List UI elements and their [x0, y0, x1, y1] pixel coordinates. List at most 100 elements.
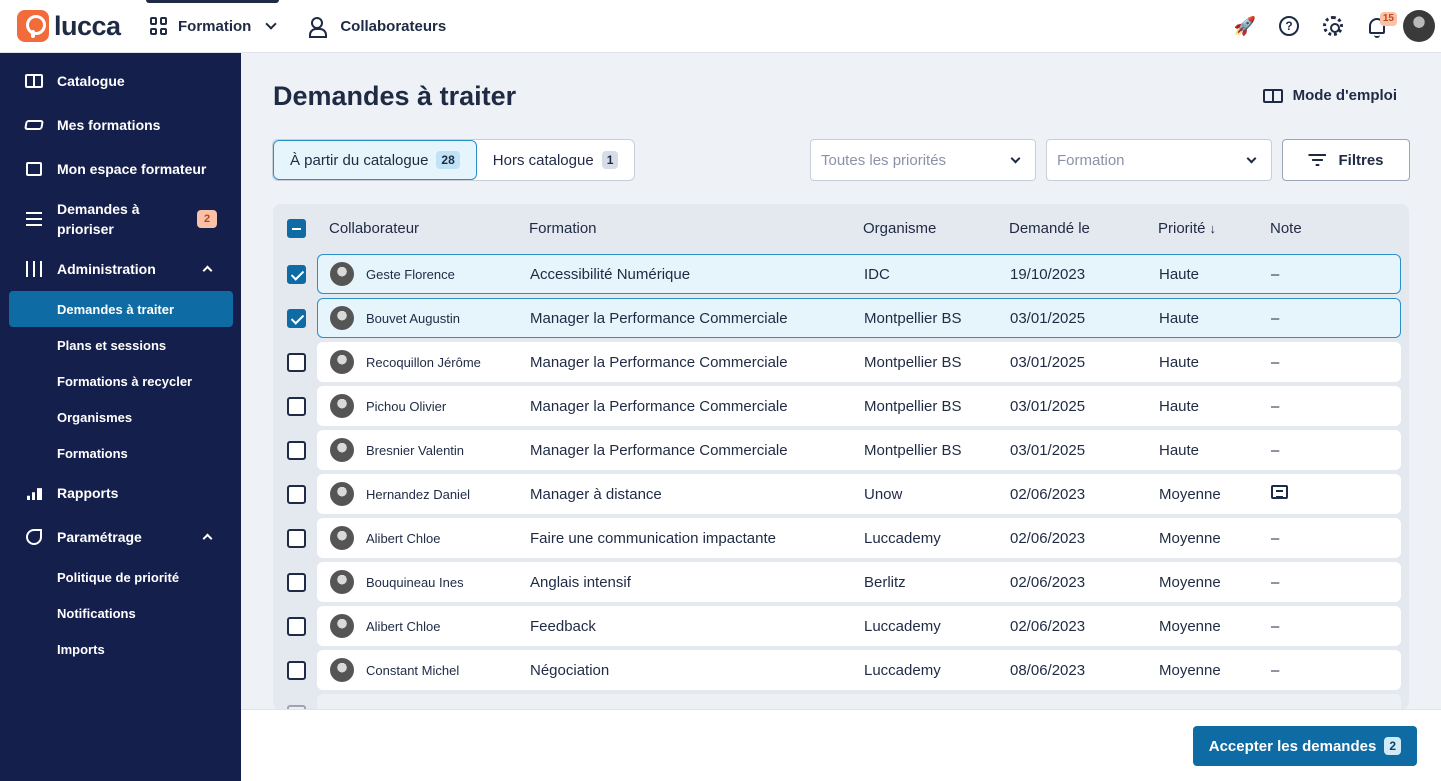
- table-row[interactable]: Hernandez Daniel Manager à distance Unow 02…: [273, 472, 1409, 516]
- people-icon: [309, 17, 331, 38]
- chevron-down-icon: [1246, 153, 1257, 163]
- help-icon: ?: [1279, 16, 1299, 36]
- header-organisme[interactable]: Organisme: [863, 220, 1009, 237]
- row-checkbox[interactable]: [286, 396, 306, 416]
- logo-text: lucca: [54, 10, 121, 41]
- comment-icon[interactable]: [1271, 485, 1288, 499]
- sidebar-item-espace-formateur[interactable]: Mon espace formateur: [0, 147, 241, 191]
- cell-formation: Manager la Performance Commerciale: [530, 353, 788, 371]
- select-all-checkbox[interactable]: [286, 218, 306, 238]
- table-row[interactable]: Geste Florence Accessibilité Numérique IDC…: [273, 252, 1409, 296]
- sidebar-subitem-imports[interactable]: Imports: [0, 631, 241, 667]
- tab-hors-catalogue[interactable]: Hors catalogue 1: [477, 140, 635, 180]
- app-name: Formation: [178, 17, 252, 35]
- lucca-logo[interactable]: lucca: [17, 10, 142, 42]
- settings-button[interactable]: [1311, 4, 1355, 48]
- row-checkbox[interactable]: [286, 264, 306, 284]
- sidebar-subitem-formations-recycler[interactable]: Formations à recycler: [0, 363, 241, 399]
- cell-collaborateur: Hernandez Daniel: [366, 486, 471, 502]
- cell-organisme: Montpellier BS: [864, 353, 962, 371]
- cell-organisme: Berlitz: [864, 573, 906, 591]
- notification-count-badge: 15: [1379, 12, 1397, 26]
- tab-count-badge: 28: [436, 151, 460, 169]
- sidebar-subitem-politique-priorite[interactable]: Politique de priorité: [0, 559, 241, 595]
- tab-label: Hors catalogue: [492, 151, 594, 169]
- header-priorite[interactable]: Priorité ↓: [1158, 220, 1270, 237]
- cell-collaborateur: Alibert Chloe: [366, 618, 441, 634]
- cell-note: –: [1271, 661, 1280, 679]
- cell-formation: Manager la Performance Commerciale: [530, 441, 788, 459]
- header-formation[interactable]: Formation: [529, 220, 863, 237]
- sidebar-subitem-formations[interactable]: Formations: [0, 435, 241, 471]
- row-checkbox[interactable]: [286, 616, 306, 636]
- row-checkbox[interactable]: [286, 352, 306, 372]
- cell-formation: Manager à distance: [530, 485, 662, 503]
- avatar: [330, 614, 354, 638]
- sidebar-item-administration[interactable]: Administration: [0, 247, 241, 291]
- sidebar-item-rapports[interactable]: Rapports: [0, 471, 241, 515]
- mode-emploi-link[interactable]: Mode d'emploi: [1262, 87, 1397, 104]
- sidebar-item-parametrage[interactable]: Paramétrage: [0, 515, 241, 559]
- row-checkbox[interactable]: [286, 528, 306, 548]
- sort-down-icon: ↓: [1209, 220, 1217, 236]
- page-title: Demandes à traiter: [273, 81, 517, 111]
- sidebar-subitem-organismes[interactable]: Organismes: [0, 399, 241, 435]
- table-row[interactable]: Recoquillon Jérôme Manager la Performance…: [273, 340, 1409, 384]
- sidebar-subitem-demandes-traiter[interactable]: Demandes à traiter: [9, 291, 233, 327]
- cell-priorite: Moyenne: [1159, 485, 1221, 503]
- notifications-button[interactable]: 15: [1355, 4, 1399, 48]
- row-checkbox[interactable]: [286, 308, 306, 328]
- accept-requests-button[interactable]: Accepter les demandes 2: [1192, 726, 1417, 766]
- rocket-icon: 🚀: [1233, 15, 1257, 36]
- cell-collaborateur: Constant Michel: [366, 662, 460, 678]
- table-row[interactable]: Pichou Olivier Manager la Performance Com…: [273, 384, 1409, 428]
- row-checkbox[interactable]: [286, 440, 306, 460]
- avatar: [330, 438, 354, 462]
- cell-date: 02/06/2023: [1010, 485, 1086, 503]
- sidebar-item-demandes-prioriser[interactable]: Demandes à prioriser 2: [0, 191, 241, 247]
- sidebar-item-catalogue[interactable]: Catalogue: [0, 59, 241, 103]
- formation-select[interactable]: Formation: [1046, 139, 1272, 181]
- table-row[interactable]: Bouvet Augustin Manager la Performance Co…: [273, 296, 1409, 340]
- rocket-button[interactable]: 🚀: [1223, 4, 1267, 48]
- cell-organisme: Montpellier BS: [864, 397, 962, 415]
- chevron-down-icon: [1010, 153, 1021, 163]
- sidebar-subitem-plans-sessions[interactable]: Plans et sessions: [0, 327, 241, 363]
- chevron-up-icon: [202, 265, 213, 276]
- book-icon: [25, 74, 43, 88]
- filters-button[interactable]: Filtres: [1282, 139, 1410, 181]
- cell-priorite: Moyenne: [1159, 529, 1221, 547]
- header-collaborateur[interactable]: Collaborateur: [317, 220, 529, 237]
- app-switcher[interactable]: Formation: [146, 0, 280, 53]
- table-row[interactable]: Constant Michel Négociation Luccademy 08/06…: [273, 648, 1409, 692]
- table-row[interactable]: Alibert Chloe Feedback Luccademy 02/06/2023…: [273, 604, 1409, 648]
- cell-formation: Négociation: [530, 661, 610, 679]
- help-button[interactable]: ?: [1267, 4, 1311, 48]
- row-checkbox[interactable]: [286, 572, 306, 592]
- cell-collaborateur: Alibert Chloe: [366, 530, 441, 546]
- graduation-cap-icon: [24, 120, 44, 130]
- source-tabs: À partir du catalogue 28 Hors catalogue …: [272, 139, 636, 181]
- cell-date: 03/01/2025: [1010, 353, 1086, 371]
- header-demande-le[interactable]: Demandé le: [1009, 220, 1158, 237]
- sidebar-item-mes-formations[interactable]: Mes formations: [0, 103, 241, 147]
- checklist-icon: [26, 212, 42, 226]
- cell-priorite: Haute: [1159, 397, 1200, 415]
- cell-note: –: [1271, 397, 1280, 415]
- formation-placeholder: Formation: [1057, 151, 1125, 169]
- priority-select[interactable]: Toutes les priorités: [810, 139, 1036, 181]
- lucca-logo-icon: [17, 10, 49, 42]
- table-row[interactable]: Bresnier Valentin Manager la Performance …: [273, 428, 1409, 472]
- avatar: [330, 526, 354, 550]
- row-checkbox[interactable]: [286, 484, 306, 504]
- sidebar-subitem-notifications[interactable]: Notifications: [0, 595, 241, 631]
- row-checkbox[interactable]: [286, 660, 306, 680]
- table-row[interactable]: Alibert Chloe Faire une communication imp…: [273, 516, 1409, 560]
- cell-note: –: [1271, 529, 1280, 547]
- cell-date: 08/06/2023: [1010, 661, 1086, 679]
- tab-catalogue[interactable]: À partir du catalogue 28: [273, 140, 477, 180]
- user-avatar[interactable]: [1403, 10, 1435, 42]
- cell-priorite: Haute: [1159, 353, 1200, 371]
- table-row[interactable]: Bouquineau Ines Anglais intensif Berlitz 02…: [273, 560, 1409, 604]
- collaborateurs-link[interactable]: Collaborateurs: [309, 17, 446, 38]
